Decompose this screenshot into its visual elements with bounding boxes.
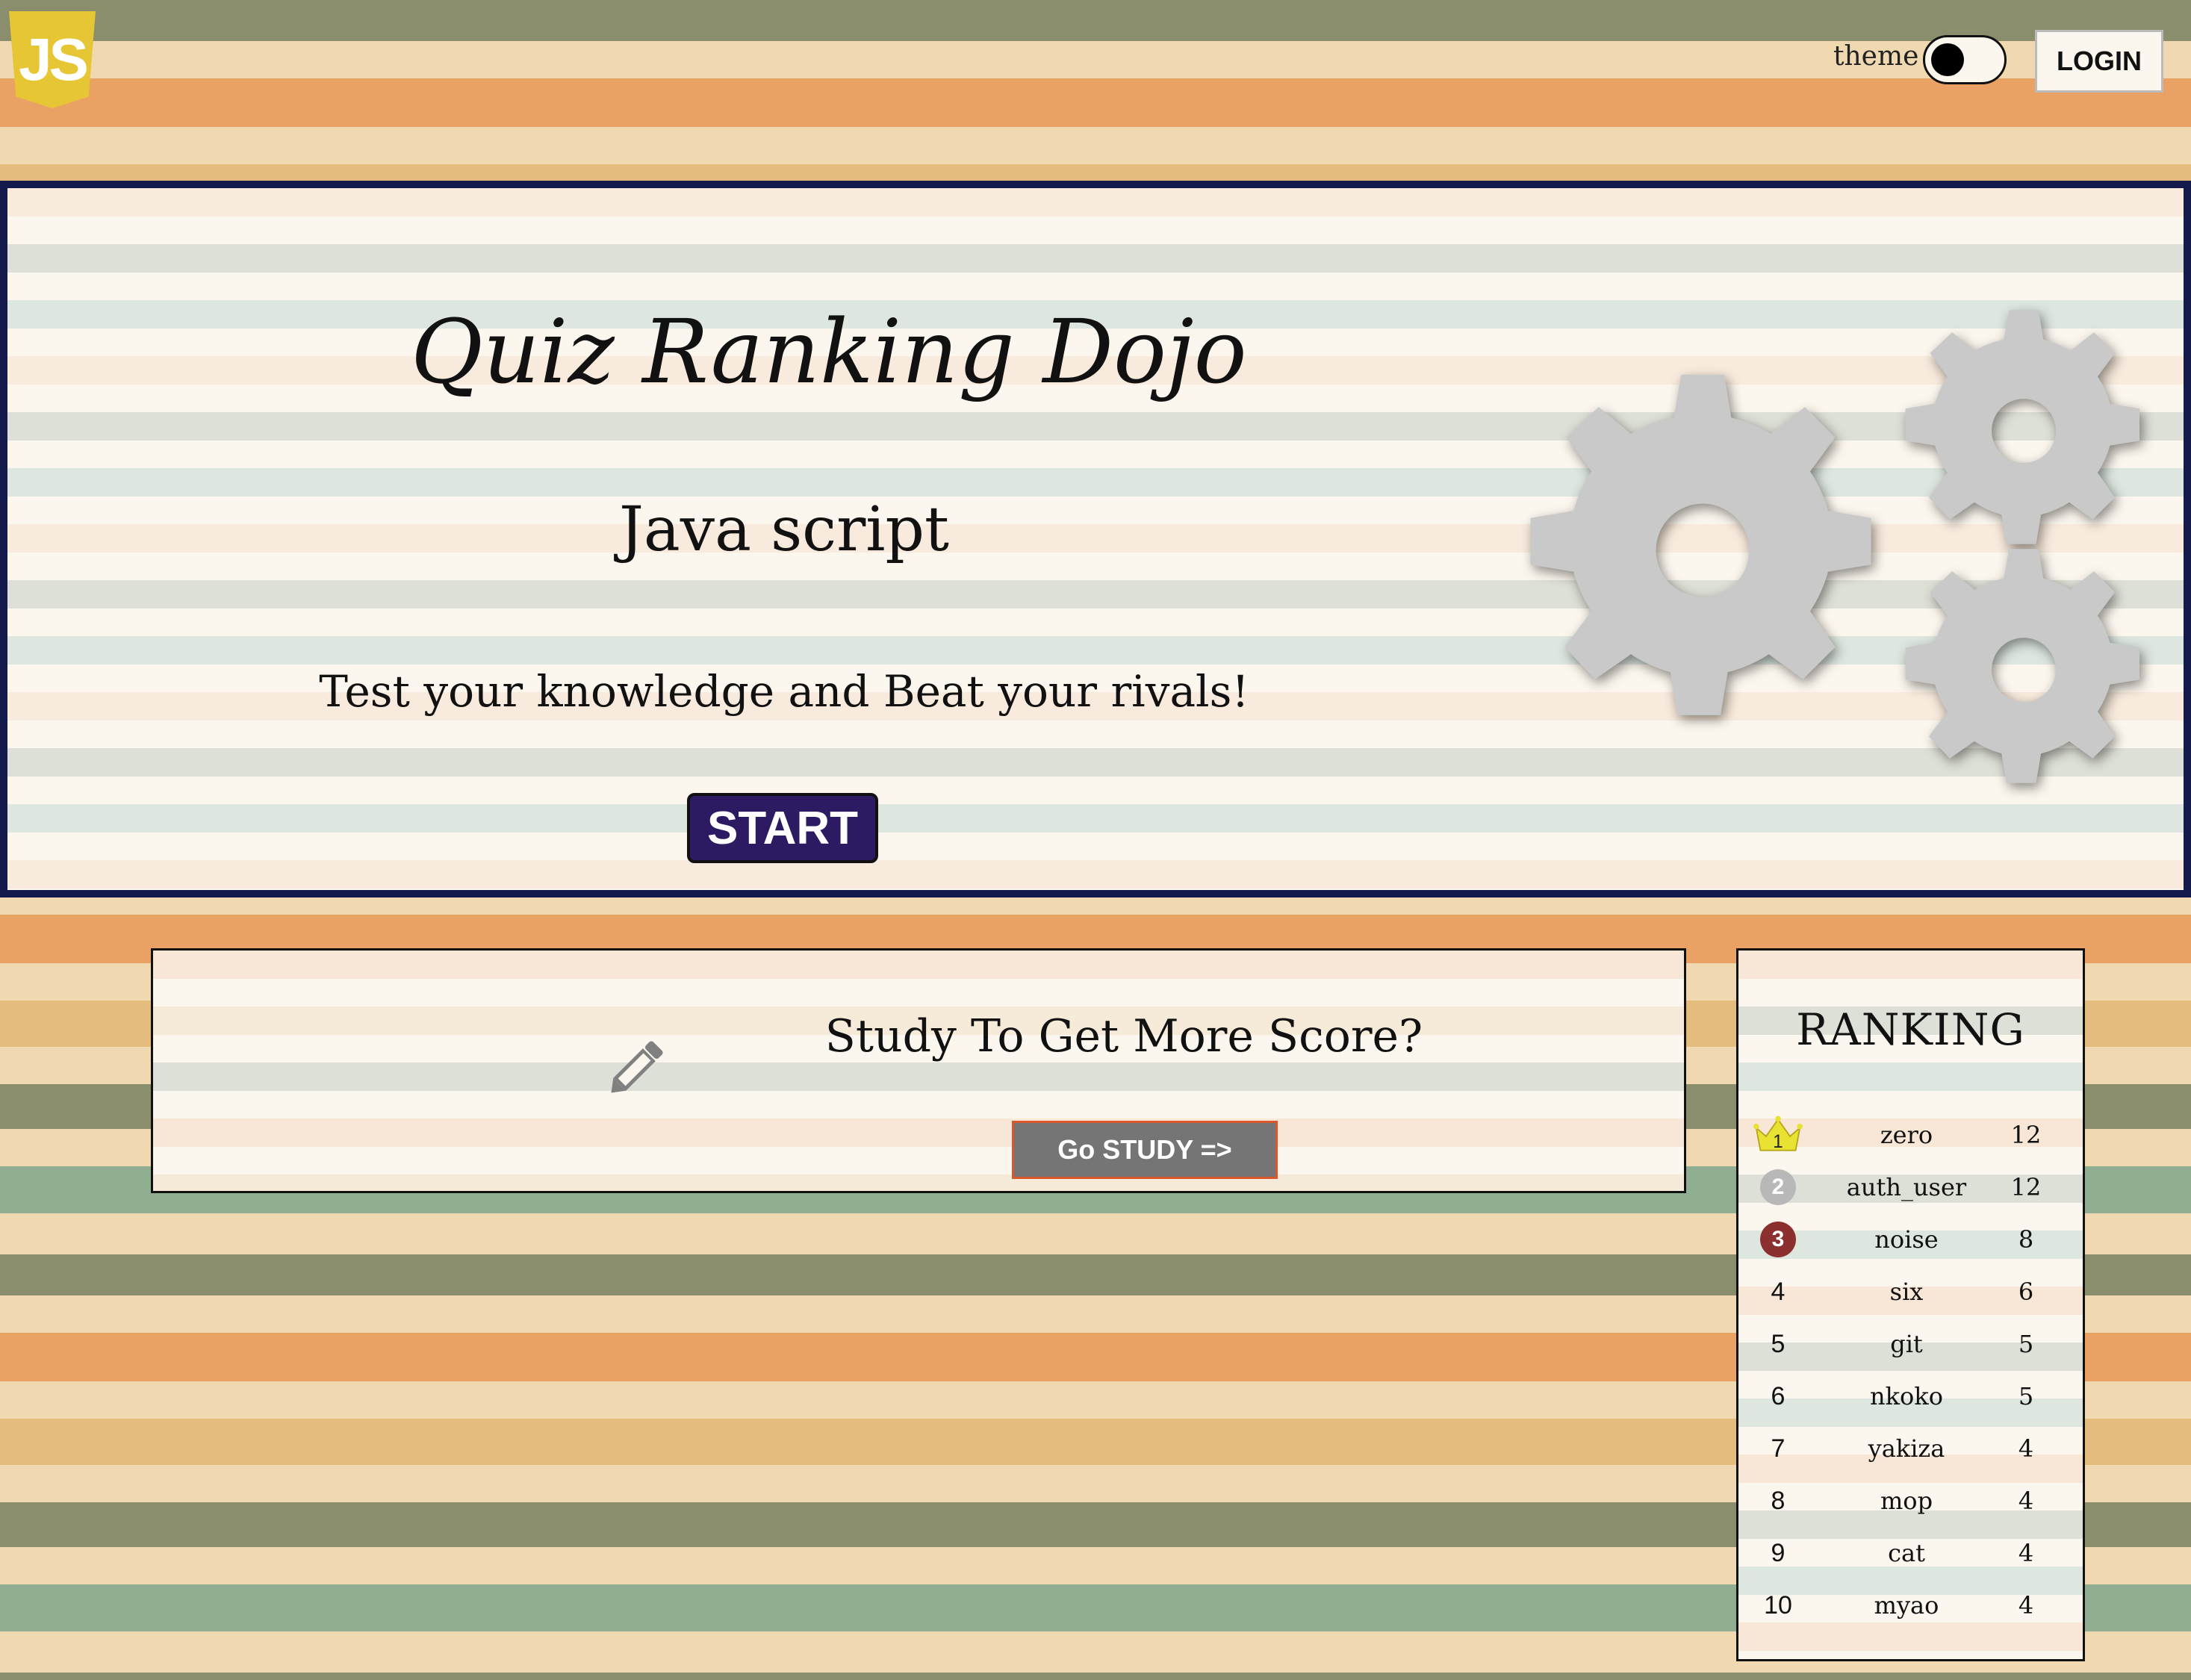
- js-logo-icon[interactable]: JS: [9, 11, 96, 108]
- ranking-row: 6 nkoko 5: [1738, 1370, 2083, 1422]
- player-name: yakiza: [1868, 1434, 1945, 1463]
- hero-title: Quiz Ranking Dojo: [411, 300, 1247, 403]
- player-name: six: [1889, 1278, 1924, 1306]
- ranking-row: 2 auth_user 12: [1738, 1161, 2083, 1213]
- ranking-row: 3 noise 8: [1738, 1213, 2083, 1266]
- player-name: nkoko: [1870, 1382, 1943, 1410]
- player-score: 12: [2010, 1173, 2042, 1201]
- rank-position: 5: [1771, 1329, 1786, 1358]
- ranking-row: 7 yakiza 4: [1738, 1422, 2083, 1475]
- player-name: zero: [1880, 1121, 1933, 1149]
- theme-toggle[interactable]: [1923, 35, 2007, 84]
- start-button[interactable]: START: [687, 793, 878, 863]
- theme-label: theme: [1833, 41, 1919, 72]
- rank-position: 7: [1771, 1434, 1786, 1463]
- study-panel: Study To Get More Score? Go STUDY =>: [151, 948, 1686, 1193]
- gear-icon: [1523, 371, 1882, 729]
- gear-icon: [1901, 547, 2147, 793]
- player-score: 12: [2010, 1121, 2042, 1149]
- player-score: 5: [2018, 1382, 2034, 1410]
- ranking-title: RANKING: [1796, 1004, 2025, 1055]
- rank-position: 9: [1771, 1538, 1786, 1567]
- theme-toggle-knob: [1931, 43, 1964, 76]
- rank-position: 6: [1771, 1381, 1786, 1410]
- crown-icon: 1: [1753, 1116, 1803, 1152]
- player-score: 4: [2018, 1539, 2034, 1567]
- player-name: cat: [1888, 1539, 1925, 1567]
- rank-number: 1: [1773, 1132, 1783, 1152]
- ranking-row: 9 cat 4: [1738, 1527, 2083, 1579]
- player-name: myao: [1874, 1591, 1939, 1620]
- ranking-row: 5 git 5: [1738, 1318, 2083, 1370]
- rank-position: 4: [1771, 1277, 1786, 1306]
- top-bar: JS theme LOGIN: [0, 0, 2191, 181]
- ranking-row: 8 mop 4: [1738, 1475, 2083, 1527]
- ranking-row: 4 six 6: [1738, 1266, 2083, 1318]
- study-prompt: Study To Get More Score?: [824, 1010, 1423, 1063]
- player-score: 5: [2018, 1330, 2034, 1358]
- rank-position: 2: [1753, 1161, 1803, 1213]
- rank-position: 1: [1753, 1109, 1803, 1161]
- gear-icon: [1901, 308, 2147, 554]
- pencil-icon: [598, 1031, 673, 1109]
- player-name: auth_user: [1846, 1173, 1967, 1201]
- player-score: 4: [2018, 1434, 2034, 1463]
- player-name: noise: [1874, 1225, 1939, 1254]
- bronze-medal-icon: 3: [1760, 1222, 1796, 1257]
- go-study-button[interactable]: Go STUDY =>: [1012, 1121, 1278, 1179]
- player-score: 8: [2018, 1225, 2034, 1254]
- rank-position: 3: [1753, 1213, 1803, 1266]
- hero-banner: Quiz Ranking Dojo Java script Test your …: [0, 181, 2191, 897]
- login-button[interactable]: LOGIN: [2035, 30, 2163, 93]
- ranking-panel: RANKING 1 zero 12 2 auth_user 12 3 noise…: [1736, 948, 2085, 1661]
- hero-tagline: Test your knowledge and Beat your rivals…: [319, 666, 1249, 717]
- player-name: git: [1890, 1330, 1923, 1358]
- player-name: mop: [1880, 1487, 1933, 1515]
- player-score: 4: [2018, 1591, 2034, 1620]
- silver-medal-icon: 2: [1760, 1169, 1796, 1205]
- ranking-row: 1 zero 12: [1738, 1109, 2083, 1161]
- player-score: 6: [2018, 1278, 2034, 1306]
- ranking-row: 10 myao 4: [1738, 1579, 2083, 1631]
- hero-subtitle: Java script: [619, 494, 949, 565]
- player-score: 4: [2018, 1487, 2034, 1515]
- rank-position: 8: [1771, 1486, 1786, 1515]
- rank-position: 10: [1764, 1590, 1792, 1620]
